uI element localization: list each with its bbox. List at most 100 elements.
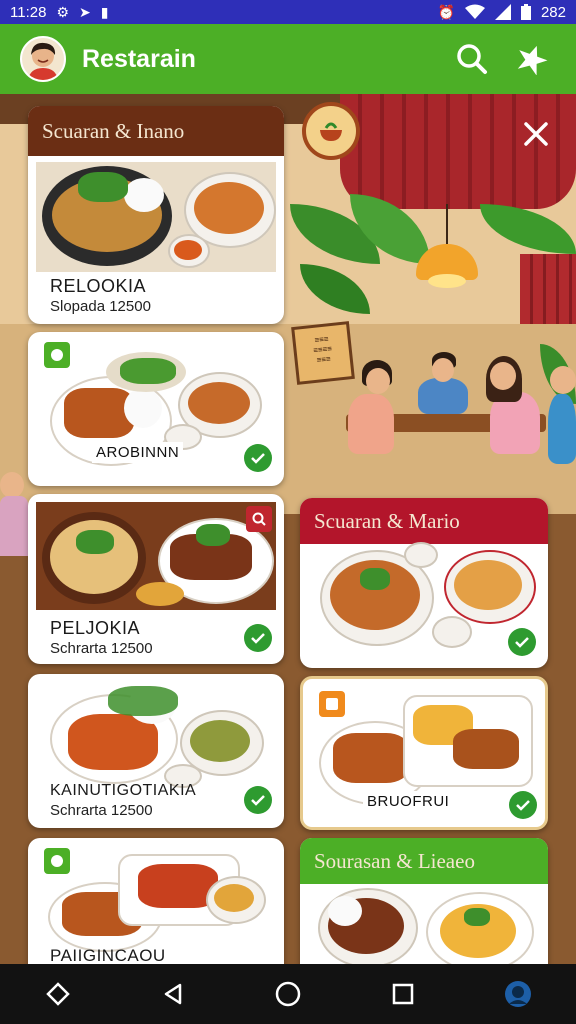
card-header-text: Scuaran & Inano	[42, 118, 185, 143]
diner-figure	[348, 394, 394, 454]
food-dish	[136, 582, 184, 606]
menu-card[interactable]: Scuaran & Mario	[300, 498, 548, 668]
card-header: Sourasan & Lieaeo	[300, 838, 548, 884]
card-title: PAIIGINCAOU	[50, 946, 166, 965]
restaurant-emblem	[302, 102, 360, 160]
check-icon	[251, 795, 265, 806]
card-subtitle: Schrarta 12500	[50, 802, 153, 819]
card-header-text: Scuaran & Mario	[314, 508, 460, 533]
veg-badge	[44, 848, 70, 874]
system-nav-bar	[0, 964, 576, 1024]
food-dish	[360, 568, 390, 590]
plate-label: AROBINNN	[92, 442, 184, 463]
side-bowl	[404, 542, 438, 568]
nav-rotate-button[interactable]	[36, 972, 80, 1016]
status-bar: 11:28 ⚙ ➤ ▮ ⏰ 282	[0, 0, 576, 24]
menu-card[interactable]: PELJOKIA Schrarta 12500	[28, 494, 284, 664]
settings-status-icon: ⚙	[56, 4, 69, 20]
signal-icon	[494, 4, 511, 20]
card-title: RELOOKIA	[50, 276, 147, 296]
navigation-status-icon: ➤	[79, 4, 91, 20]
lamp-glow	[428, 274, 466, 288]
check-icon	[515, 637, 529, 648]
food-bowl-icon	[320, 122, 342, 141]
card-header: Scuaran & Inano	[28, 106, 284, 156]
alarm-status-icon: ⏰	[437, 4, 455, 20]
card-subtitle: Schrarta 12500	[50, 640, 153, 657]
diner-head	[366, 368, 390, 394]
food-dish	[453, 729, 519, 769]
food-dish	[196, 524, 230, 546]
card-subtitle: Slopada 12500	[50, 298, 151, 315]
food-dish	[124, 178, 164, 212]
veg-badge	[44, 342, 70, 368]
menu-sign: ≡≡≡ ≡≡≡≡ ≡≡≡	[291, 321, 355, 385]
close-icon	[524, 122, 548, 146]
menu-card[interactable]: Sourasan & Lieaeo	[300, 838, 548, 978]
diner-figure	[418, 378, 468, 414]
card-header-text: Sourasan & Lieaeo	[314, 848, 475, 873]
close-button[interactable]	[516, 114, 556, 154]
selected-check[interactable]	[244, 444, 272, 472]
nav-recents-button[interactable]	[381, 972, 425, 1016]
leaf-decoration	[480, 204, 576, 254]
favorite-button[interactable]	[508, 35, 556, 83]
zoom-badge[interactable]	[246, 506, 272, 532]
nav-assistant-button[interactable]	[496, 972, 540, 1016]
food-dish	[333, 733, 409, 783]
card-title: PELJOKIA	[50, 618, 141, 638]
left-diner-figure	[0, 472, 30, 562]
food-dish	[76, 530, 114, 554]
side-bowl	[432, 616, 472, 648]
pin-star-icon	[517, 45, 548, 75]
selected-check[interactable]	[244, 624, 272, 652]
menu-card[interactable]: KAINUTIGOTIAKIA Schrarta 12500	[28, 674, 284, 828]
selected-check[interactable]	[508, 628, 536, 656]
leaf-decoration	[300, 264, 370, 314]
menu-card[interactable]: AROBINNN	[28, 332, 284, 486]
food-dish	[190, 720, 250, 762]
nav-back-button[interactable]	[151, 972, 195, 1016]
food-dish	[454, 560, 522, 610]
battery-icon	[520, 4, 531, 20]
check-icon	[251, 453, 265, 464]
avatar[interactable]	[20, 36, 66, 82]
search-icon	[252, 512, 266, 526]
plate-label: BRUOFRUI	[363, 791, 454, 812]
rotate-icon	[45, 982, 70, 1006]
status-time: 11:28	[10, 3, 47, 21]
selected-check[interactable]	[244, 786, 272, 814]
food-dish	[328, 896, 362, 926]
menu-card[interactable]: BRUOFRUI	[300, 676, 548, 830]
status-right-text: 282	[540, 3, 566, 21]
check-icon	[251, 633, 265, 644]
food-dish	[188, 382, 250, 424]
home-icon	[275, 981, 301, 1007]
card-header: Scuaran & Mario	[300, 498, 548, 544]
food-dish	[194, 182, 264, 234]
food-dish	[120, 358, 176, 384]
menu-card[interactable]: PAIIGINCAOU	[28, 838, 284, 978]
lamp-cord	[446, 204, 448, 244]
food-dish	[464, 908, 490, 926]
wifi-icon	[464, 4, 485, 19]
food-dish	[64, 388, 134, 438]
back-icon	[164, 983, 182, 1005]
app-bar: Restarain	[0, 24, 576, 94]
menu-card[interactable]: Scuaran & Inano RELOOKIA Slopada 12500	[28, 106, 284, 324]
recents-icon	[392, 983, 414, 1005]
assistant-icon	[505, 981, 532, 1007]
food-dish	[108, 686, 178, 716]
diner-head	[490, 362, 516, 390]
food-dish	[214, 884, 254, 912]
app-title: Restarain	[82, 44, 196, 73]
awning-decoration-small	[520, 254, 576, 324]
nav-home-button[interactable]	[266, 972, 310, 1016]
diner-head	[432, 358, 454, 382]
card-title: KAINUTIGOTIAKIA	[50, 782, 197, 799]
diner-figure	[548, 394, 576, 464]
search-button[interactable]	[448, 35, 496, 83]
notification-status-icon: ▮	[100, 4, 109, 20]
food-dish	[124, 388, 162, 428]
selected-check[interactable]	[509, 791, 537, 819]
